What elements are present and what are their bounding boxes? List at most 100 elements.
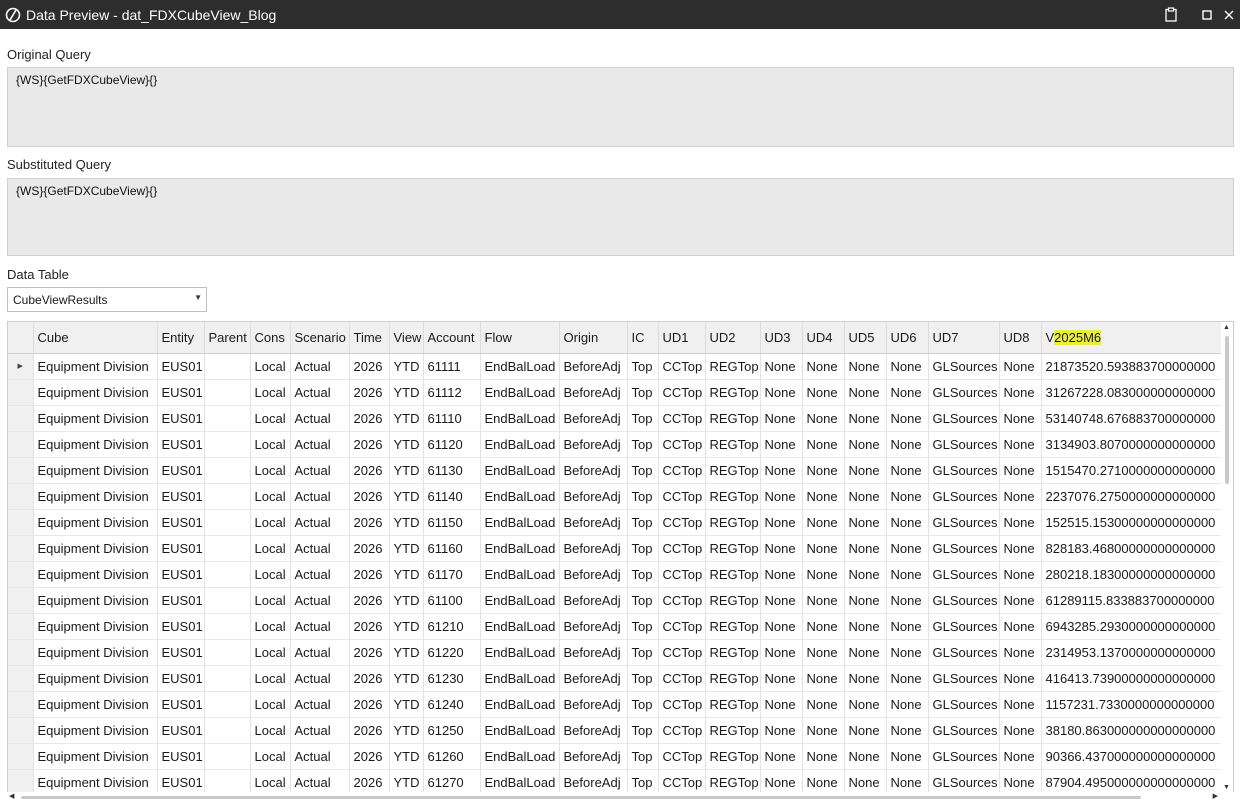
table-row[interactable]: Equipment Division EUS01 Local Actual 2026 YT…: [8, 405, 1224, 432]
column-header[interactable]: Origin: [559, 322, 628, 354]
table-cell[interactable]: YTD: [389, 665, 424, 692]
table-cell[interactable]: GLSources: [928, 483, 1000, 510]
column-header[interactable]: View: [389, 322, 424, 354]
table-cell[interactable]: None: [844, 665, 887, 692]
table-cell[interactable]: None: [844, 717, 887, 744]
table-cell[interactable]: Equipment Division: [33, 561, 158, 588]
table-cell[interactable]: None: [802, 379, 845, 406]
table-cell[interactable]: [204, 769, 251, 793]
table-cell[interactable]: EUS01: [157, 613, 205, 640]
table-cell[interactable]: Actual: [290, 483, 350, 510]
table-cell[interactable]: Local: [250, 509, 291, 536]
table-cell[interactable]: None: [886, 665, 929, 692]
table-cell[interactable]: BeforeAdj: [559, 769, 628, 793]
table-cell[interactable]: REGTop: [705, 769, 761, 793]
table-cell[interactable]: Actual: [290, 561, 350, 588]
table-cell[interactable]: Actual: [290, 509, 350, 536]
table-cell[interactable]: GLSources: [928, 405, 1000, 432]
table-cell[interactable]: BeforeAdj: [559, 353, 628, 380]
column-header-value[interactable]: V2025M6: [1041, 322, 1224, 354]
table-cell[interactable]: None: [886, 405, 929, 432]
table-cell[interactable]: REGTop: [705, 691, 761, 718]
row-header[interactable]: [8, 561, 34, 588]
table-cell[interactable]: 2314953.1370000000000000: [1041, 639, 1224, 666]
table-cell[interactable]: None: [999, 457, 1042, 484]
table-cell[interactable]: 61120: [423, 431, 481, 458]
table-cell[interactable]: EndBalLoad: [480, 457, 560, 484]
table-cell[interactable]: None: [844, 535, 887, 562]
table-cell[interactable]: None: [802, 613, 845, 640]
table-cell[interactable]: None: [999, 613, 1042, 640]
table-cell[interactable]: Local: [250, 769, 291, 793]
table-cell[interactable]: EndBalLoad: [480, 405, 560, 432]
table-row[interactable]: Equipment Division EUS01 Local Actual 2026 YT…: [8, 717, 1224, 744]
table-cell[interactable]: YTD: [389, 509, 424, 536]
table-cell[interactable]: 61289115.833883700000000: [1041, 587, 1224, 614]
table-cell[interactable]: None: [886, 691, 929, 718]
table-cell[interactable]: EndBalLoad: [480, 743, 560, 770]
table-cell[interactable]: YTD: [389, 561, 424, 588]
column-header[interactable]: UD2: [705, 322, 761, 354]
column-header[interactable]: Parent: [204, 322, 251, 354]
table-cell[interactable]: None: [802, 431, 845, 458]
table-cell[interactable]: Equipment Division: [33, 613, 158, 640]
table-cell[interactable]: Equipment Division: [33, 353, 158, 380]
table-cell[interactable]: YTD: [389, 457, 424, 484]
table-cell[interactable]: Equipment Division: [33, 431, 158, 458]
table-cell[interactable]: None: [802, 509, 845, 536]
table-cell[interactable]: 61220: [423, 639, 481, 666]
table-cell[interactable]: 90366.437000000000000000: [1041, 743, 1224, 770]
table-cell[interactable]: Equipment Division: [33, 587, 158, 614]
table-cell[interactable]: None: [999, 665, 1042, 692]
column-header[interactable]: Account: [423, 322, 481, 354]
table-row[interactable]: Equipment Division EUS01 Local Actual 2026 YT…: [8, 561, 1224, 588]
scroll-right-icon[interactable]: ▶: [1213, 792, 1218, 800]
table-cell[interactable]: None: [999, 509, 1042, 536]
table-cell[interactable]: None: [999, 691, 1042, 718]
table-cell[interactable]: 2026: [349, 639, 390, 666]
substituted-query-box[interactable]: {WS}{GetFDXCubeView}{}: [7, 178, 1234, 256]
table-row[interactable]: Equipment Division EUS01 Local Actual 2026 YT…: [8, 587, 1224, 614]
table-cell[interactable]: GLSources: [928, 561, 1000, 588]
table-cell[interactable]: BeforeAdj: [559, 587, 628, 614]
table-cell[interactable]: Local: [250, 743, 291, 770]
table-cell[interactable]: None: [844, 691, 887, 718]
clipboard-icon[interactable]: [1160, 0, 1182, 29]
table-cell[interactable]: None: [844, 431, 887, 458]
table-cell[interactable]: 61130: [423, 457, 481, 484]
table-cell[interactable]: 61250: [423, 717, 481, 744]
table-cell[interactable]: [204, 691, 251, 718]
table-cell[interactable]: None: [886, 483, 929, 510]
table-cell[interactable]: REGTop: [705, 665, 761, 692]
row-header[interactable]: [8, 691, 34, 718]
table-cell[interactable]: [204, 509, 251, 536]
table-cell[interactable]: EndBalLoad: [480, 535, 560, 562]
table-cell[interactable]: None: [760, 587, 803, 614]
table-cell[interactable]: Local: [250, 587, 291, 614]
table-cell[interactable]: None: [844, 509, 887, 536]
column-header[interactable]: UD3: [760, 322, 803, 354]
table-cell[interactable]: None: [999, 717, 1042, 744]
table-cell[interactable]: EndBalLoad: [480, 769, 560, 793]
table-cell[interactable]: None: [999, 639, 1042, 666]
table-cell[interactable]: None: [999, 431, 1042, 458]
table-cell[interactable]: Local: [250, 639, 291, 666]
table-cell[interactable]: Local: [250, 717, 291, 744]
table-cell[interactable]: Equipment Division: [33, 769, 158, 793]
table-cell[interactable]: None: [802, 769, 845, 793]
table-cell[interactable]: BeforeAdj: [559, 509, 628, 536]
table-cell[interactable]: Top: [627, 483, 659, 510]
table-cell[interactable]: 61240: [423, 691, 481, 718]
table-row[interactable]: Equipment Division EUS01 Local Actual 2026 YT…: [8, 483, 1224, 510]
column-header[interactable]: UD5: [844, 322, 887, 354]
table-cell[interactable]: None: [802, 535, 845, 562]
table-cell[interactable]: Actual: [290, 457, 350, 484]
table-cell[interactable]: Equipment Division: [33, 665, 158, 692]
table-row[interactable]: Equipment Division EUS01 Local Actual 2026 YT…: [8, 535, 1224, 562]
table-cell[interactable]: None: [999, 405, 1042, 432]
table-cell[interactable]: 61140: [423, 483, 481, 510]
table-cell[interactable]: None: [760, 535, 803, 562]
table-cell[interactable]: GLSources: [928, 431, 1000, 458]
table-cell[interactable]: None: [760, 743, 803, 770]
table-cell[interactable]: Actual: [290, 613, 350, 640]
